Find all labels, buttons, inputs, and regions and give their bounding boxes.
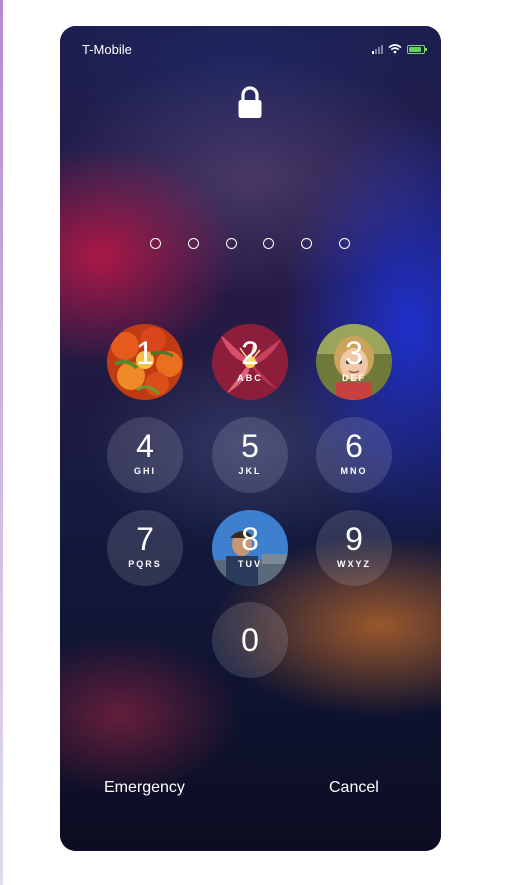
key-digit: 4 bbox=[136, 428, 154, 464]
passcode-dot bbox=[225, 238, 237, 249]
keypad-key-6[interactable]: 6 MNO bbox=[316, 417, 392, 493]
key-digit: 1 bbox=[136, 335, 154, 371]
key-letters: DEF bbox=[342, 373, 366, 383]
carrier-name: T-Mobile bbox=[82, 42, 132, 57]
key-digit: 2 bbox=[241, 335, 259, 371]
key-letters: WXYZ bbox=[337, 559, 371, 569]
key-letters: MNO bbox=[340, 466, 368, 476]
key-digit: 7 bbox=[136, 521, 154, 557]
key-letters: GHI bbox=[133, 466, 156, 476]
status-icons bbox=[372, 44, 427, 54]
key-letters: TUV bbox=[238, 559, 262, 569]
key-digit: 3 bbox=[345, 335, 363, 371]
cellular-signal-icon bbox=[372, 44, 383, 54]
passcode-dot bbox=[187, 238, 199, 249]
keypad-key-9[interactable]: 9 WXYZ bbox=[316, 510, 392, 586]
key-digit: 6 bbox=[345, 428, 363, 464]
passcode-dot bbox=[301, 238, 313, 249]
passcode-dots bbox=[150, 238, 350, 252]
passcode-dot bbox=[150, 238, 161, 249]
status-bar: T-Mobile bbox=[82, 42, 427, 60]
key-digit: 8 bbox=[241, 521, 259, 557]
lock-icon bbox=[238, 86, 262, 118]
keypad-key-3[interactable]: 3 DEF bbox=[316, 324, 392, 400]
key-letters: ABC bbox=[237, 373, 263, 383]
emergency-button[interactable]: Emergency bbox=[104, 779, 185, 797]
keypad-key-0[interactable]: 0 bbox=[212, 602, 288, 678]
passcode-dot bbox=[338, 238, 350, 249]
lock-screen: T-Mobile 1 2 ABC 3 DEF 4 GHI 5 JKL 6 MNO… bbox=[60, 26, 441, 851]
cancel-button[interactable]: Cancel bbox=[329, 779, 379, 797]
page-edge-accent bbox=[0, 0, 3, 885]
keypad-key-2[interactable]: 2 ABC bbox=[212, 324, 288, 400]
passcode-dot bbox=[263, 238, 275, 249]
keypad-key-7[interactable]: 7 PQRS bbox=[107, 510, 183, 586]
battery-charging-icon bbox=[407, 44, 427, 54]
keypad-key-1[interactable]: 1 bbox=[107, 324, 183, 400]
key-letters: JKL bbox=[238, 466, 262, 476]
keypad-key-4[interactable]: 4 GHI bbox=[107, 417, 183, 493]
key-digit: 0 bbox=[241, 622, 259, 658]
keypad-key-5[interactable]: 5 JKL bbox=[212, 417, 288, 493]
keypad-key-8[interactable]: 8 TUV bbox=[212, 510, 288, 586]
wifi-icon bbox=[388, 44, 402, 54]
key-digit: 9 bbox=[345, 521, 363, 557]
key-digit: 5 bbox=[241, 428, 259, 464]
key-letters: PQRS bbox=[128, 559, 162, 569]
